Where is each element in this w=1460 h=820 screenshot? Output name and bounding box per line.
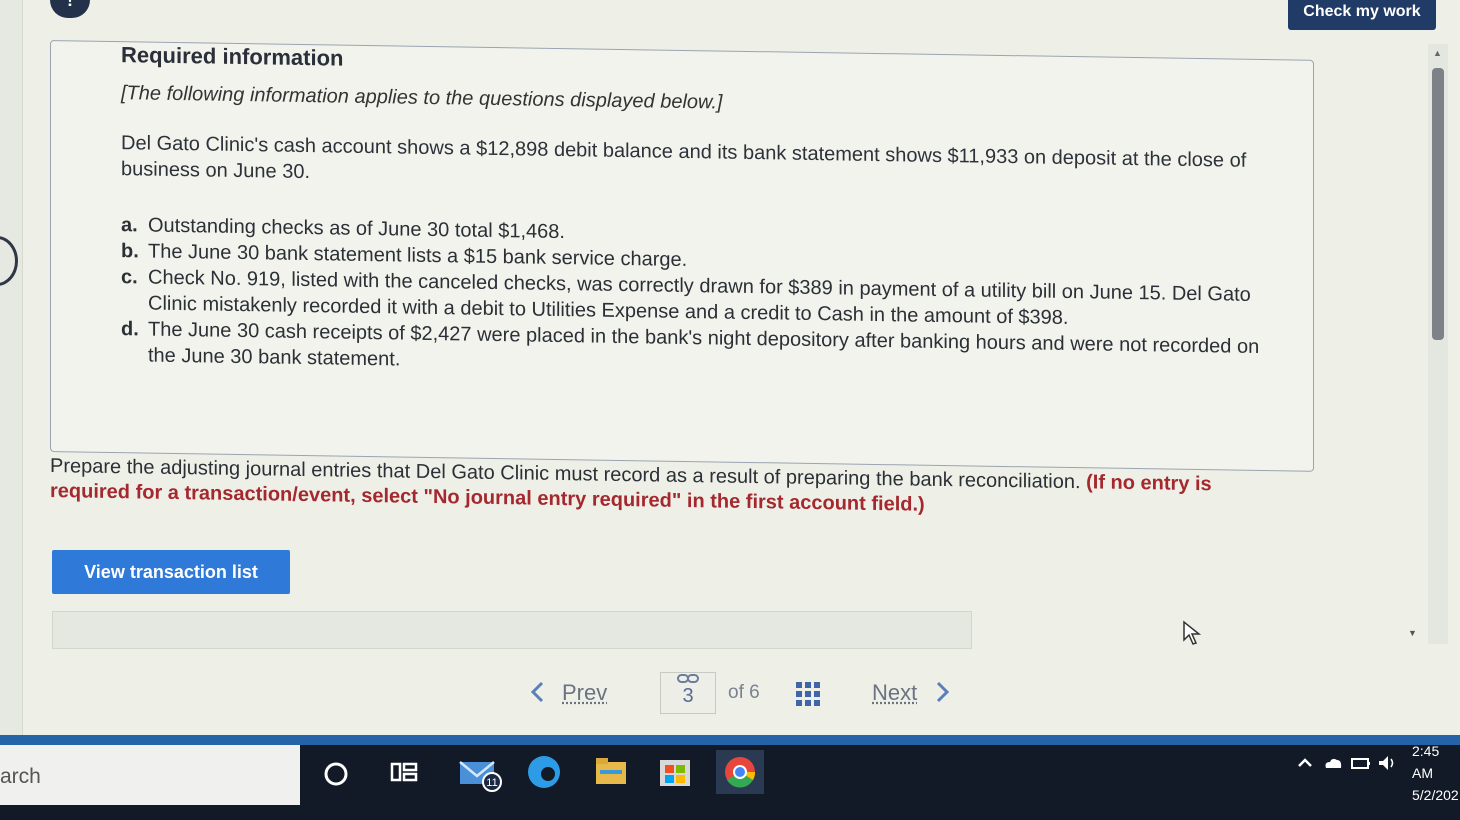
prev-button[interactable]: Prev	[562, 680, 607, 706]
required-information-title: Required information	[121, 42, 344, 71]
chevron-right-icon[interactable]	[932, 680, 952, 704]
link-icon	[677, 674, 699, 683]
taskbar-search-box[interactable]: arch	[0, 745, 300, 805]
cortana-icon[interactable]	[314, 750, 362, 794]
mail-badge-count: 11	[486, 777, 497, 789]
mouse-cursor-icon	[1183, 620, 1202, 645]
view-transaction-list-button[interactable]: View transaction list	[52, 550, 290, 594]
grid-view-icon[interactable]	[796, 682, 820, 706]
scrollbar-thumb[interactable]	[1432, 68, 1444, 340]
item-letter: c.	[121, 266, 138, 289]
onedrive-cloud-icon[interactable]	[1322, 752, 1344, 774]
page-number-box[interactable]: 3	[660, 672, 716, 714]
search-input-text: arch	[0, 765, 41, 788]
chrome-icon[interactable]	[716, 750, 764, 794]
item-letter: b.	[121, 240, 139, 263]
scenario-paragraph: Del Gato Clinic's cash account shows a $…	[121, 132, 1247, 184]
item-letter: a.	[121, 214, 138, 237]
battery-icon[interactable]	[1350, 752, 1372, 774]
item-letter: d.	[121, 318, 139, 341]
task-view-icon[interactable]	[380, 750, 428, 794]
store-icon[interactable]	[652, 750, 700, 794]
scenario-items-list: a. Outstanding checks as of June 30 tota…	[121, 212, 1281, 386]
scroll-down-arrow-icon[interactable]: ▼	[1408, 628, 1417, 638]
chevron-left-icon[interactable]	[528, 680, 548, 704]
clock-date: 5/2/202	[1412, 787, 1459, 803]
clock-time: 2:45 AM	[1412, 743, 1440, 781]
next-button[interactable]: Next	[872, 680, 917, 706]
current-page-number: 3	[682, 685, 694, 707]
system-clock[interactable]: 2:45 AM 5/2/202	[1412, 740, 1460, 806]
edge-browser-icon[interactable]	[520, 750, 568, 794]
page-total: of 6	[728, 682, 760, 703]
journal-entry-area[interactable]	[52, 611, 972, 649]
chevron-up-icon[interactable]	[1294, 752, 1316, 774]
volume-icon[interactable]	[1376, 752, 1398, 774]
check-my-work-button[interactable]: Check my work	[1288, 0, 1436, 30]
mail-icon[interactable]: 11	[456, 750, 504, 794]
applies-to-note: [The following information applies to th…	[121, 82, 723, 114]
question-pagination: Prev 3 of 6 Next	[520, 672, 980, 716]
scroll-up-arrow-icon[interactable]: ▲	[1433, 48, 1442, 58]
taskbar-top-edge	[0, 735, 1460, 745]
left-panel-edge	[0, 0, 23, 735]
required-information-box: Required information [The following info…	[50, 40, 1314, 472]
file-explorer-icon[interactable]	[588, 750, 636, 794]
